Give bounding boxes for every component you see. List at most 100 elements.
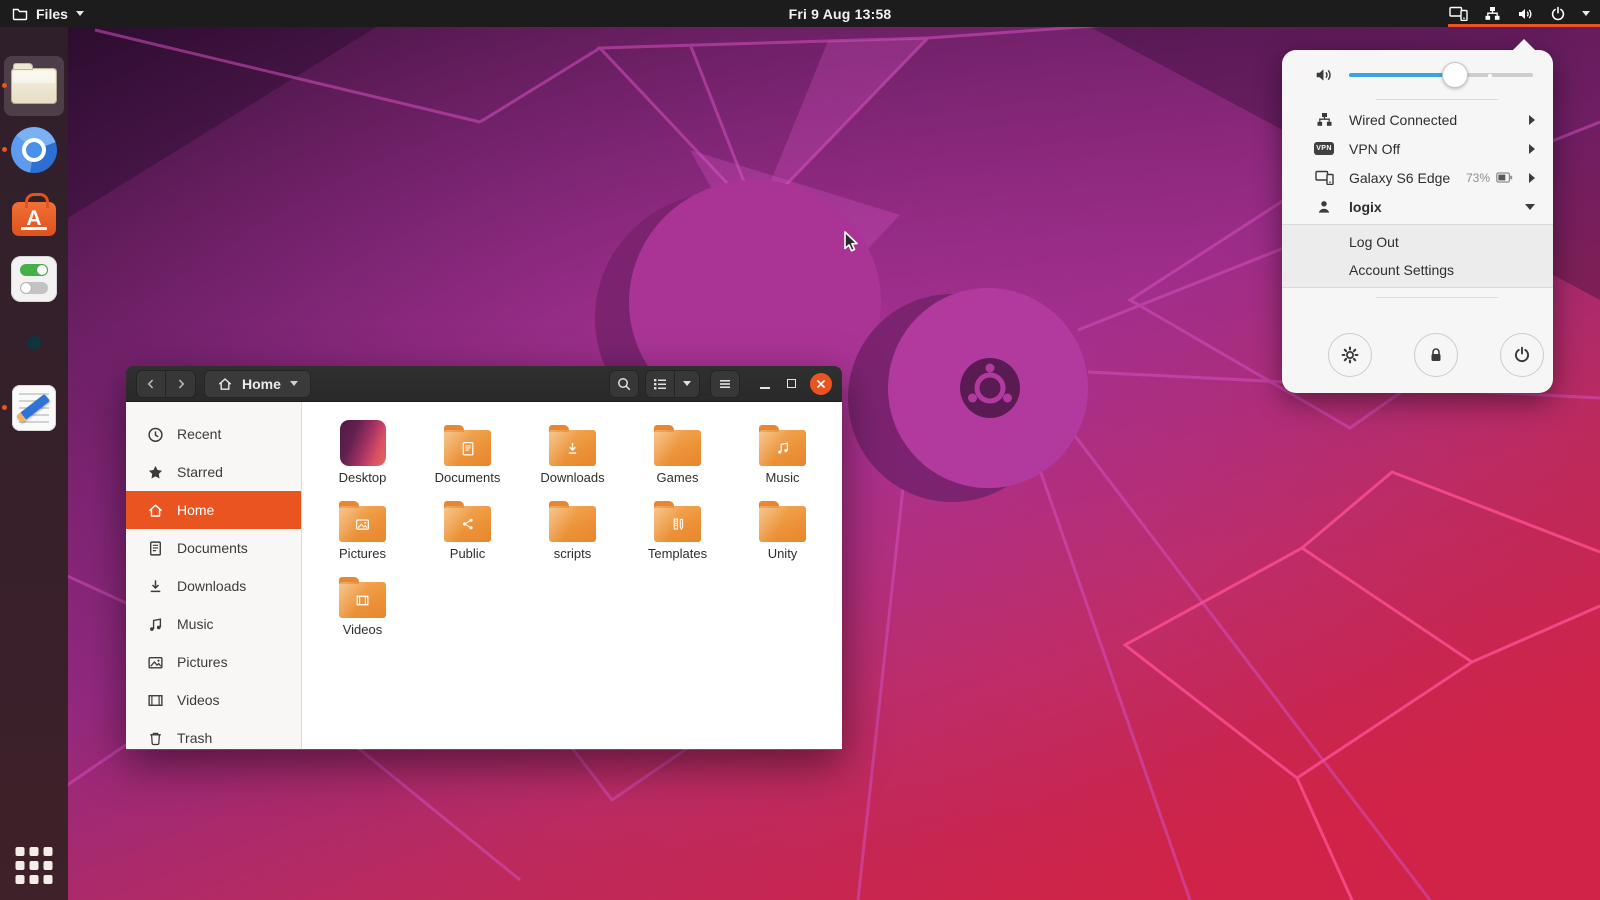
folder-label: Pictures <box>339 546 386 561</box>
folder-item-public[interactable]: Public <box>415 485 520 561</box>
view-options-button[interactable] <box>675 370 700 398</box>
pictures-icon <box>147 654 164 671</box>
sidebar-item-label: Downloads <box>177 578 246 594</box>
picture-emblem-icon <box>354 516 371 533</box>
volume-icon <box>1517 6 1534 22</box>
file-grid: Desktop Documents Downlo <box>302 402 842 749</box>
back-button[interactable] <box>136 370 166 398</box>
menu-item-wired[interactable]: Wired Connected <box>1282 105 1553 134</box>
system-tray[interactable] <box>1449 0 1600 27</box>
folder-label: Templates <box>648 546 707 561</box>
sidebar-item-trash[interactable]: Trash <box>126 719 301 757</box>
folder-label: Music <box>766 470 800 485</box>
location-button[interactable]: Home <box>204 370 311 398</box>
folder-item-downloads[interactable]: Downloads <box>520 409 625 485</box>
dock-item-settings[interactable] <box>10 255 58 303</box>
minimize-button[interactable] <box>752 371 778 397</box>
mouse-cursor <box>843 231 865 255</box>
folder-item-scripts[interactable]: scripts <box>520 485 625 561</box>
folder-icon <box>444 506 491 542</box>
folder-item-unity[interactable]: Unity <box>730 485 835 561</box>
sidebar-item-starred[interactable]: Starred <box>126 453 301 491</box>
battery-percent: 73% <box>1466 171 1490 185</box>
files-app-icon <box>11 68 57 104</box>
dock-item-ubuntu-software[interactable]: A <box>10 190 58 238</box>
sidebar-item-label: Documents <box>177 540 248 556</box>
chevron-right-icon <box>1529 173 1535 183</box>
network-wired-icon <box>1314 112 1334 128</box>
maximize-button[interactable] <box>778 371 804 397</box>
menu-item-vpn[interactable]: VPN VPN Off <box>1282 134 1553 163</box>
lock-icon <box>1427 346 1445 364</box>
folder-icon <box>549 430 596 466</box>
folder-item-games[interactable]: Games <box>625 409 730 485</box>
active-menu-underline <box>1448 24 1600 27</box>
app-menu-button[interactable]: Files <box>0 0 96 27</box>
sidebar-item-music[interactable]: Music <box>126 605 301 643</box>
sidebar-item-videos[interactable]: Videos <box>126 681 301 719</box>
menu-item-label: Log Out <box>1349 234 1399 250</box>
app-menu-label: Files <box>36 6 68 22</box>
settings-toggles-icon <box>11 256 57 302</box>
folder-item-music[interactable]: Music <box>730 409 835 485</box>
sidebar-item-recent[interactable]: Recent <box>126 415 301 453</box>
pencil-icon <box>16 394 50 423</box>
dock-item-files[interactable] <box>10 62 58 110</box>
folder-label: Documents <box>435 470 501 485</box>
close-button[interactable] <box>810 373 832 395</box>
folder-item-documents[interactable]: Documents <box>415 409 520 485</box>
window-menu-button[interactable] <box>710 370 740 398</box>
mobile-device-icon <box>1314 170 1334 185</box>
trash-icon <box>147 730 164 747</box>
forward-button[interactable] <box>166 370 196 398</box>
folder-item-videos[interactable]: Videos <box>310 561 415 637</box>
lock-button[interactable] <box>1414 333 1458 377</box>
sidebar-item-home[interactable]: Home <box>126 491 301 529</box>
toggle-off-icon <box>20 282 48 294</box>
folder-item-pictures[interactable]: Pictures <box>310 485 415 561</box>
dock: A <box>0 27 68 900</box>
volume-icon <box>1314 66 1334 84</box>
desktop-folder-icon <box>340 420 386 466</box>
system-menu-popover: Wired Connected VPN VPN Off Galaxy S6 Ed… <box>1282 50 1553 393</box>
folder-icon <box>654 506 701 542</box>
menu-item-log-out[interactable]: Log Out <box>1282 228 1553 256</box>
separator <box>1376 297 1498 298</box>
folder-label: Downloads <box>540 470 604 485</box>
volume-slider[interactable] <box>1349 62 1533 88</box>
folder-item-desktop[interactable]: Desktop <box>310 409 415 485</box>
sidebar: Recent Starred Home Documents <box>126 402 302 749</box>
hamburger-menu-icon <box>717 376 733 392</box>
dock-item-text-editor[interactable] <box>10 384 58 432</box>
menu-item-label: Account Settings <box>1349 262 1454 278</box>
folder-label: Videos <box>343 622 383 637</box>
home-icon <box>217 376 233 392</box>
search-button[interactable] <box>609 370 639 398</box>
folder-item-templates[interactable]: Templates <box>625 485 730 561</box>
chevron-down-icon <box>1582 11 1590 16</box>
running-indicator <box>2 147 7 152</box>
dock-item-chromium[interactable] <box>10 126 58 174</box>
menu-item-label: VPN Off <box>1349 141 1400 157</box>
chevron-down-icon <box>683 381 691 386</box>
folder-icon <box>339 582 386 618</box>
list-view-button[interactable] <box>645 370 675 398</box>
menu-item-account-settings[interactable]: Account Settings <box>1282 256 1553 284</box>
show-applications-button[interactable] <box>16 847 53 884</box>
power-button[interactable] <box>1500 333 1544 377</box>
clock[interactable]: Fri 9 Aug 13:58 <box>789 6 892 22</box>
menu-item-label: logix <box>1349 199 1382 215</box>
ubuntu-software-icon: A <box>12 202 56 236</box>
menu-item-user-logix[interactable]: logix <box>1282 192 1553 221</box>
settings-button[interactable] <box>1328 333 1372 377</box>
sidebar-item-downloads[interactable]: Downloads <box>126 567 301 605</box>
slider-handle[interactable] <box>1442 62 1468 88</box>
text-editor-icon <box>12 385 56 431</box>
menu-item-galaxy-s6-edge[interactable]: Galaxy S6 Edge 73% <box>1282 163 1553 192</box>
sidebar-item-documents[interactable]: Documents <box>126 529 301 567</box>
sidebar-item-pictures[interactable]: Pictures <box>126 643 301 681</box>
maximize-icon <box>787 379 796 388</box>
power-icon <box>1513 346 1531 364</box>
folder-icon <box>12 6 28 22</box>
dock-item-shotwell[interactable] <box>10 319 58 367</box>
